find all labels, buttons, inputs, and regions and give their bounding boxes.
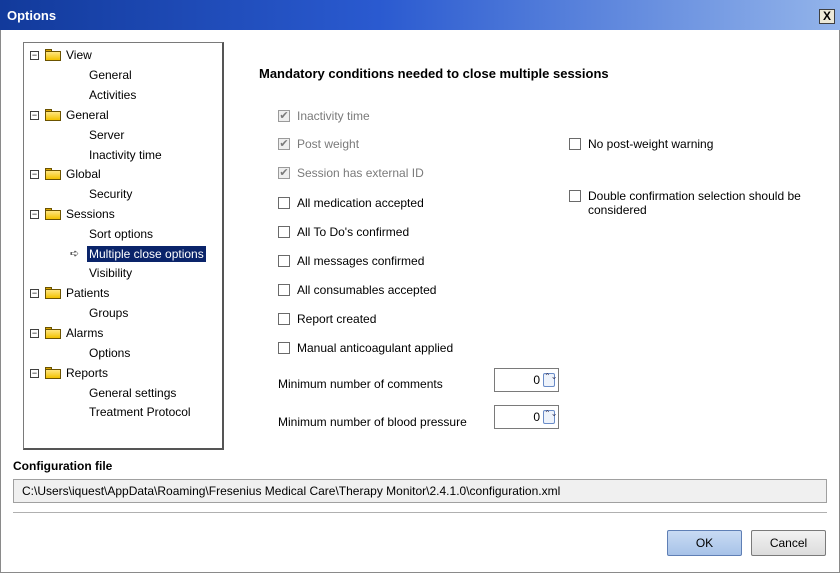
tree-item-server[interactable]: Server (89, 127, 124, 143)
tree-group-view[interactable]: − View (30, 47, 210, 63)
checkbox-box[interactable] (278, 226, 290, 238)
checkbox-label: Session has external ID (297, 166, 424, 180)
collapse-icon[interactable]: − (30, 329, 39, 338)
divider (13, 512, 827, 513)
folder-icon (45, 287, 61, 299)
min-blood-pressure-label: Minimum number of blood pressure (278, 415, 467, 429)
tree-group-alarms[interactable]: − Alarms (30, 325, 210, 341)
tree-group-label: Reports (66, 366, 109, 380)
window-title: Options (7, 8, 57, 23)
checkbox-box[interactable] (278, 197, 290, 209)
config-file-path: C:\Users\iquest\AppData\Roaming\Freseniu… (13, 479, 827, 503)
checkbox-label: No post-weight warning (588, 137, 714, 151)
checkbox-box[interactable] (278, 313, 290, 325)
folder-icon (45, 49, 61, 61)
config-file-label: Configuration file (13, 459, 113, 473)
tree-group-label: Alarms (66, 326, 104, 340)
tree-item-view-general[interactable]: General (89, 67, 132, 83)
collapse-icon[interactable]: − (30, 51, 39, 60)
checkbox-box[interactable] (278, 342, 290, 354)
tree-group-sessions[interactable]: − Sessions (30, 206, 210, 222)
checkbox-box[interactable] (278, 284, 290, 296)
folder-icon (45, 367, 61, 379)
checkbox-label: Double confirmation selection should be … (588, 189, 801, 217)
cancel-button[interactable]: Cancel (751, 530, 826, 556)
ok-button[interactable]: OK (667, 530, 742, 556)
checkbox-label: All consumables accepted (297, 283, 437, 297)
collapse-icon[interactable]: − (30, 210, 39, 219)
checkbox-box[interactable] (569, 190, 581, 202)
options-dialog: − View General Activities − General Serv… (0, 30, 840, 573)
tree-group-global[interactable]: − Global (30, 166, 210, 182)
stepper-value: 0 (533, 410, 540, 424)
options-tree[interactable]: − View General Activities − General Serv… (23, 42, 224, 450)
title-bar: Options X (0, 0, 840, 30)
close-icon[interactable]: X (819, 9, 835, 24)
collapse-icon[interactable]: − (30, 369, 39, 378)
tree-group-patients[interactable]: − Patients (30, 285, 210, 301)
checkbox-box[interactable] (569, 138, 581, 150)
checkbox-label: Report created (297, 312, 377, 326)
collapse-icon[interactable]: − (30, 170, 39, 179)
folder-icon (45, 168, 61, 180)
checkbox-label: Manual anticoagulant applied (297, 341, 454, 355)
tree-item-groups[interactable]: Groups (89, 305, 128, 321)
tree-item-activities[interactable]: Activities (89, 87, 136, 103)
min-comments-stepper[interactable]: 0 ⌃⌄ (494, 368, 559, 392)
selection-arrow-icon: ➪ (70, 248, 80, 260)
tree-item-sort-options[interactable]: Sort options (89, 226, 153, 242)
checkbox-label: All To Do's confirmed (297, 225, 410, 239)
tree-item-visibility[interactable]: Visibility (89, 265, 132, 281)
stepper-value: 0 (533, 373, 540, 387)
section-heading: Mandatory conditions needed to close mul… (259, 66, 609, 81)
min-comments-label: Minimum number of comments (278, 377, 443, 391)
tree-group-general[interactable]: − General (30, 107, 210, 123)
checkbox-box[interactable] (278, 255, 290, 267)
checkbox-label: All medication accepted (297, 196, 424, 210)
tree-group-label: Patients (66, 286, 110, 300)
tree-group-label: Global (66, 167, 101, 181)
tree-item-treatment-protocol[interactable]: Treatment Protocol (89, 404, 191, 420)
checkbox-box[interactable]: ✔ (278, 167, 290, 179)
tree-group-label: General (66, 108, 109, 122)
tree-item-inactivity-time[interactable]: Inactivity time (89, 147, 162, 163)
spinner-updown-icon[interactable]: ⌃⌄ (543, 410, 557, 424)
checkbox-box[interactable]: ✔ (278, 110, 290, 122)
collapse-icon[interactable]: − (30, 111, 39, 120)
checkbox-label: Post weight (297, 137, 360, 151)
tree-item-multiple-close-options[interactable]: Multiple close options (87, 246, 206, 262)
tree-group-label: View (66, 48, 92, 62)
tree-item-security[interactable]: Security (89, 186, 132, 202)
folder-icon (45, 208, 61, 220)
spinner-updown-icon[interactable]: ⌃⌄ (543, 373, 557, 387)
checkbox-label: All messages confirmed (297, 254, 425, 268)
collapse-icon[interactable]: − (30, 289, 39, 298)
folder-icon (45, 327, 61, 339)
tree-item-alarm-options[interactable]: Options (89, 345, 130, 361)
checkbox-box[interactable]: ✔ (278, 138, 290, 150)
min-blood-pressure-stepper[interactable]: 0 ⌃⌄ (494, 405, 559, 429)
checkbox-label: Inactivity time (297, 109, 370, 123)
tree-item-general-settings[interactable]: General settings (89, 385, 176, 401)
tree-group-label: Sessions (66, 207, 115, 221)
folder-icon (45, 109, 61, 121)
tree-group-reports[interactable]: − Reports (30, 365, 210, 381)
